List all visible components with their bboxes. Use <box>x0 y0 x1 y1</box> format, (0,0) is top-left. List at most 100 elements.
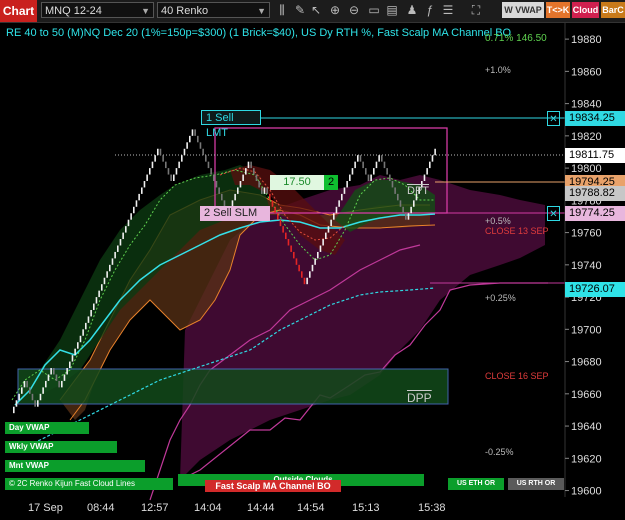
renko-brick <box>277 213 279 220</box>
renko-brick <box>53 368 55 375</box>
renko-brick <box>133 206 135 214</box>
position-pnl[interactable]: 17.50 <box>270 175 324 190</box>
renko-brick <box>362 161 364 169</box>
us-rth-or-panel[interactable]: US RTH OR <box>508 478 564 490</box>
us-eth-or-panel[interactable]: US ETH OR <box>448 478 504 490</box>
renko-brick <box>221 193 223 201</box>
dpt-label: DPT <box>407 185 429 197</box>
y-tick-label: 19600 <box>571 486 602 498</box>
template-icon[interactable]: ▤ <box>384 2 400 18</box>
cloud-button[interactable]: Cloud <box>572 2 599 18</box>
sell-slm-price-tag: 19774.25 <box>565 206 625 221</box>
zoom-in-icon[interactable]: ⊕ <box>327 2 343 18</box>
renko-brick <box>165 161 167 169</box>
renko-brick <box>375 161 378 169</box>
renko-brick <box>335 206 338 214</box>
renko-brick <box>157 148 159 156</box>
drawing-tools-icon[interactable]: ✎ <box>292 2 308 18</box>
chevron-down-icon: ▼ <box>141 6 150 16</box>
renko-brick <box>146 174 148 181</box>
sell-slm-order-tag[interactable]: 2 Sell SLM <box>200 206 270 221</box>
position-qty[interactable]: 2 <box>324 175 338 190</box>
barc-button[interactable]: BarC <box>601 2 625 18</box>
renko-brick <box>349 174 351 181</box>
renko-brick <box>357 155 359 162</box>
renko-brick <box>431 155 434 162</box>
renko-brick <box>253 168 255 175</box>
renko-brick <box>317 251 319 259</box>
bar-type-icon[interactable]: ⫼ <box>274 2 290 18</box>
tk-button[interactable]: T<>K <box>546 2 570 18</box>
chart-properties-icon[interactable]: ☰ <box>440 2 456 18</box>
renko-kijun-panel[interactable]: © 2C Renko Kijun Fast Cloud Lines <box>5 478 173 490</box>
w-vwap-button[interactable]: W VWAP <box>502 2 544 18</box>
cancel-sell-slm-icon[interactable]: ✕ <box>547 206 560 221</box>
x-tick-label: 14:54 <box>297 502 325 514</box>
renko-brick <box>173 174 175 181</box>
renko-brick <box>114 251 116 259</box>
x-tick-label: 14:44 <box>247 502 275 514</box>
renko-brick <box>109 264 111 272</box>
weekly-vwap-panel[interactable]: Wkly VWAP <box>5 441 117 453</box>
renko-brick <box>426 168 428 175</box>
y-tick-label: 19840 <box>571 99 602 111</box>
renko-brick <box>346 181 348 188</box>
indicator-icon[interactable]: ƒ <box>422 2 438 18</box>
bar-type-value: 40 Renko <box>161 5 209 17</box>
strategy-icon[interactable]: ♟ <box>404 2 420 18</box>
chart-title-tab[interactable]: Chart <box>0 0 37 22</box>
data-box-icon[interactable]: ▭ <box>366 2 382 18</box>
renko-brick <box>311 264 314 272</box>
cursor-icon[interactable]: ↖ <box>308 2 324 18</box>
renko-brick <box>351 168 354 175</box>
renko-brick <box>391 181 394 188</box>
attach-order-icon[interactable]: ⛶ <box>468 2 484 18</box>
renko-brick <box>285 232 287 240</box>
renko-brick <box>15 400 18 407</box>
day-vwap-panel[interactable]: Day VWAP <box>5 422 89 434</box>
cyan-level-tag: 19726.07 <box>565 282 625 297</box>
renko-brick <box>218 187 220 194</box>
renko-brick <box>271 200 274 207</box>
renko-brick <box>354 161 356 169</box>
y-tick-label: 19640 <box>571 421 602 433</box>
renko-brick <box>394 187 396 194</box>
renko-brick <box>141 187 143 194</box>
renko-brick <box>135 200 138 207</box>
renko-brick <box>151 161 154 169</box>
fast-scalp-panel[interactable]: Fast Scalp MA Channel BO <box>205 480 341 492</box>
sell-lmt-order-tag[interactable]: 1 Sell LMT <box>201 110 261 139</box>
renko-brick <box>181 155 183 162</box>
renko-brick <box>79 335 82 343</box>
renko-brick <box>213 174 215 181</box>
renko-brick <box>82 329 84 336</box>
chart-header: RE 40 to 50 (M)NQ Dec 20 (1%=150p=$300) … <box>6 27 512 39</box>
renko-brick <box>429 161 431 169</box>
renko-brick <box>378 155 380 162</box>
zoom-out-icon[interactable]: ⊖ <box>346 2 362 18</box>
renko-brick <box>175 168 178 175</box>
renko-brick <box>194 129 196 136</box>
renko-brick <box>117 245 119 252</box>
renko-brick <box>383 161 386 169</box>
renko-brick <box>90 309 92 317</box>
renko-brick <box>298 264 300 272</box>
renko-brick <box>197 135 199 143</box>
renko-brick <box>106 271 108 278</box>
renko-brick <box>87 316 90 323</box>
y-tick-label: 19620 <box>571 453 602 465</box>
renko-brick <box>154 155 156 162</box>
renko-brick <box>138 193 140 201</box>
bar-type-selector[interactable]: 40 Renko ▼ <box>157 2 270 18</box>
monthly-vwap-panel[interactable]: Mnt VWAP <box>5 460 145 472</box>
renko-brick <box>13 406 15 414</box>
renko-brick <box>37 400 39 407</box>
renko-brick <box>287 239 290 246</box>
y-axis-ticks: 1988019860198401982019800197801976019740… <box>565 34 602 498</box>
renko-brick <box>103 277 106 285</box>
renko-brick <box>186 142 188 149</box>
cancel-sell-lmt-icon[interactable]: ✕ <box>547 111 560 126</box>
instrument-selector[interactable]: MNQ 12-24 ▼ <box>41 2 154 18</box>
renko-brick <box>303 277 306 285</box>
pct-label-plus-05: +0.5% <box>485 216 511 226</box>
